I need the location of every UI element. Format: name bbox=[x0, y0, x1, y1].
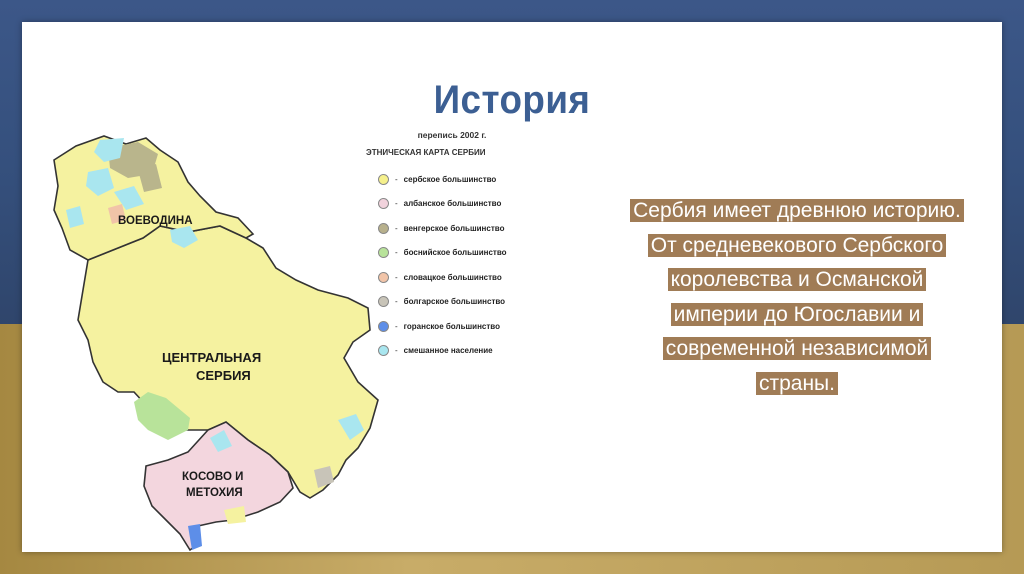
history-text: Сербия имеет древнюю историю. От среднев… bbox=[587, 194, 1007, 401]
central-serbia-label-1: ЦЕНТРАЛЬНАЯ bbox=[162, 350, 261, 365]
text-line: королевства и Османской bbox=[587, 263, 1007, 298]
text-line-6: страны. bbox=[755, 371, 838, 395]
legend-label: смешанное население bbox=[403, 346, 493, 356]
legend-dash: - bbox=[395, 297, 398, 307]
central-serbia-label-2: СЕРБИЯ bbox=[196, 368, 251, 383]
legend-dash: - bbox=[395, 174, 398, 184]
slide-title: История bbox=[433, 78, 591, 122]
text-line: Сербия имеет древнюю историю. bbox=[587, 194, 1007, 229]
legend-label: болгарское большинство bbox=[403, 297, 506, 307]
legend-dash: - bbox=[395, 248, 398, 258]
legend-dash: - bbox=[395, 321, 398, 331]
legend-item: - сербское большинство bbox=[362, 167, 542, 192]
vojvodina-label: ВОЕВОДИНА bbox=[118, 215, 193, 227]
legend-label: албанское большинство bbox=[403, 199, 502, 209]
legend-dash: - bbox=[395, 199, 398, 209]
text-line: империи до Югославии и bbox=[587, 298, 1007, 333]
legend-swatch-icon bbox=[378, 271, 389, 283]
legend-item: - словацкое большинство bbox=[362, 265, 542, 290]
text-line-4: империи до Югославии и bbox=[670, 302, 924, 326]
legend-swatch-icon bbox=[378, 320, 389, 332]
legend-label: словацкое большинство bbox=[403, 272, 502, 282]
map-legend: перепись 2002 г. ЭТНИЧЕСКАЯ КАРТА СЕРБИИ… bbox=[362, 130, 542, 363]
text-line-5: современной независимой bbox=[662, 337, 932, 360]
legend-swatch-icon bbox=[378, 222, 389, 234]
legend-label: сербское большинство bbox=[403, 174, 497, 184]
kosovo-label-1: КОСОВО И bbox=[182, 471, 243, 483]
slide-canvas: История ВОЕВОДИНА ЦЕНТРАЛЬНАЯ СЕРБИЯ КОС… bbox=[22, 22, 1002, 552]
legend-label: венгерское большинство bbox=[403, 223, 505, 233]
legend-label: горанское большинство bbox=[403, 321, 500, 331]
legend-item: - болгарское большинство bbox=[362, 290, 542, 315]
kosovo-label-2: МЕТОХИЯ bbox=[186, 487, 243, 499]
legend-swatch-icon bbox=[378, 198, 389, 210]
legend-item: - венгерское большинство bbox=[362, 216, 542, 241]
legend-item: - албанское большинство bbox=[362, 192, 542, 217]
text-line-1: Сербия имеет древнюю историю. bbox=[630, 199, 964, 222]
legend-title: ЭТНИЧЕСКАЯ КАРТА СЕРБИИ bbox=[366, 148, 486, 157]
legend-swatch-icon bbox=[378, 296, 389, 308]
legend-swatch-icon bbox=[378, 247, 389, 259]
legend-dash: - bbox=[395, 272, 398, 282]
legend-swatch-icon bbox=[378, 173, 389, 185]
legend-item: - горанское большинство bbox=[362, 314, 542, 339]
legend-census: перепись 2002 г. bbox=[417, 130, 487, 140]
text-line: От средневекового Сербского bbox=[587, 229, 1007, 264]
legend-dash: - bbox=[395, 223, 398, 233]
text-line-2: От средневекового Сербского bbox=[647, 233, 947, 257]
legend-dash: - bbox=[395, 346, 398, 356]
text-line: страны. bbox=[587, 367, 1007, 402]
text-line: современной независимой bbox=[587, 332, 1007, 367]
legend-item: - боснийское большинство bbox=[362, 241, 542, 266]
legend-label: боснийское большинство bbox=[403, 248, 507, 258]
legend-item: - смешанное население bbox=[362, 339, 542, 364]
text-line-3: королевства и Османской bbox=[667, 268, 927, 291]
legend-list: - сербское большинство - албанское большинс… bbox=[362, 167, 542, 363]
legend-swatch-icon bbox=[378, 345, 389, 357]
